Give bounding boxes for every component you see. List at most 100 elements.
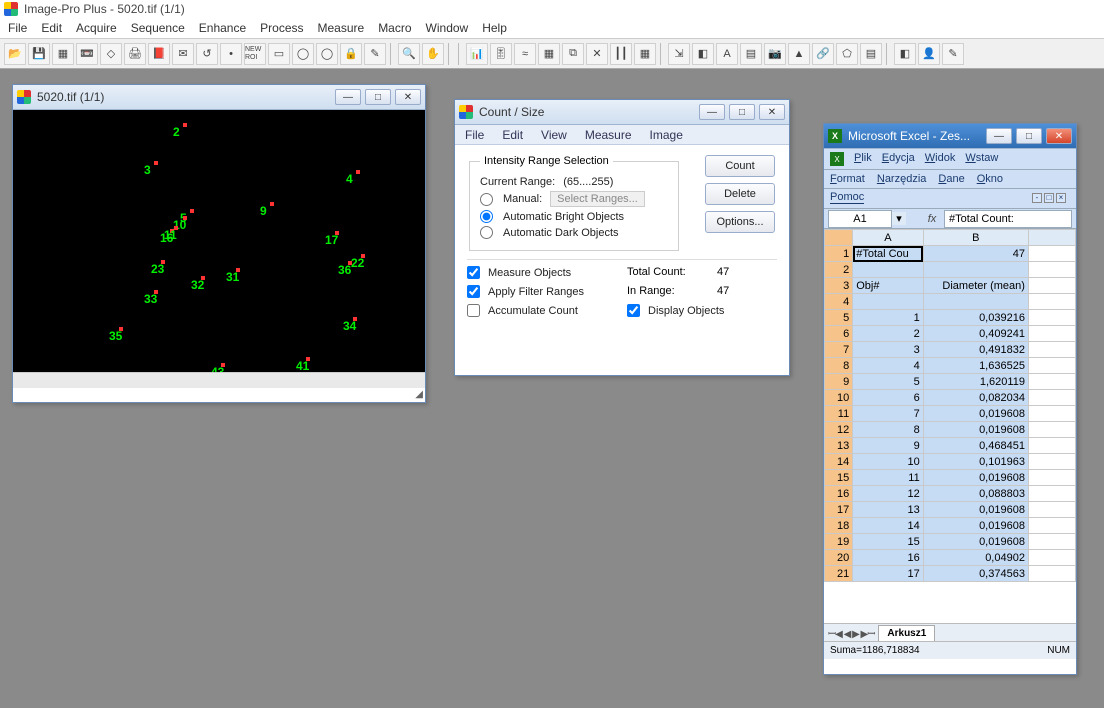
excel-menubar-2[interactable]: FormatNarzędziaDaneOkno [824, 170, 1076, 189]
toolbar-button-25[interactable]: ⧉ [562, 43, 584, 65]
cell[interactable]: 3 [853, 342, 924, 358]
name-box-dropdown-icon[interactable]: ▾ [892, 212, 906, 225]
cell[interactable]: 47 [923, 246, 1028, 262]
row-header[interactable]: 21 [825, 566, 853, 582]
cell[interactable] [853, 294, 924, 310]
image-display[interactable]: 234951016111722233132333634354143 [13, 110, 425, 372]
excel-menu-dane[interactable]: Dane [938, 173, 964, 185]
toolbar-button-33[interactable]: ▤ [740, 43, 762, 65]
toolbar-button-11[interactable]: ▭ [268, 43, 290, 65]
row-header[interactable]: 16 [825, 486, 853, 502]
cell[interactable] [1028, 566, 1075, 582]
manual-radio[interactable] [480, 193, 493, 206]
toolbar-button-13[interactable]: ◯ [316, 43, 338, 65]
options-button[interactable]: Options... [705, 211, 775, 233]
toolbar-button-36[interactable]: 🔗 [812, 43, 834, 65]
toolbar-button-31[interactable]: ◧ [692, 43, 714, 65]
row-header[interactable]: 7 [825, 342, 853, 358]
excel-menu-narzędzia[interactable]: Narzędzia [877, 173, 927, 185]
cell[interactable]: 0,019608 [923, 422, 1028, 438]
row-header[interactable]: 1 [825, 246, 853, 262]
cell[interactable]: 11 [853, 470, 924, 486]
toolbar-button-1[interactable]: 💾 [28, 43, 50, 65]
cell[interactable] [1028, 550, 1075, 566]
cell[interactable] [1028, 486, 1075, 502]
toolbar-button-14[interactable]: 🔒 [340, 43, 362, 65]
excel-menu-edycja[interactable]: Edycja [882, 152, 915, 166]
cell[interactable] [1028, 326, 1075, 342]
count-menu-file[interactable]: File [465, 128, 484, 142]
cell[interactable]: 0,491832 [923, 342, 1028, 358]
row-header[interactable]: 18 [825, 518, 853, 534]
col-header-A[interactable]: A [853, 230, 924, 246]
count-button[interactable]: Count [705, 155, 775, 177]
cell[interactable] [1028, 470, 1075, 486]
toolbar-button-42[interactable]: ✎ [942, 43, 964, 65]
row-header[interactable]: 11 [825, 406, 853, 422]
cell[interactable]: 0,019608 [923, 502, 1028, 518]
toolbar-button-9[interactable]: • [220, 43, 242, 65]
toolbar-button-24[interactable]: ▦ [538, 43, 560, 65]
main-menubar[interactable]: FileEditAcquireSequenceEnhanceProcessMea… [0, 17, 1104, 39]
doc-restore-button[interactable]: □ [1044, 193, 1054, 203]
excel-help-menu[interactable]: Pomoc [830, 191, 864, 204]
minimize-button[interactable]: — [699, 104, 725, 120]
toolbar-button-28[interactable]: ▦ [634, 43, 656, 65]
toolbar-button-8[interactable]: ↺ [196, 43, 218, 65]
close-button[interactable]: ✕ [759, 104, 785, 120]
cell[interactable]: 13 [853, 502, 924, 518]
cell[interactable]: 0,374563 [923, 566, 1028, 582]
toolbar-button-2[interactable]: ▦ [52, 43, 74, 65]
cell[interactable]: 4 [853, 358, 924, 374]
cell[interactable]: 0,019608 [923, 518, 1028, 534]
menu-help[interactable]: Help [482, 21, 507, 35]
row-header[interactable]: 17 [825, 502, 853, 518]
cell[interactable]: 0,409241 [923, 326, 1028, 342]
toolbar-button-30[interactable]: ⇲ [668, 43, 690, 65]
toolbar-button-26[interactable]: ✕ [586, 43, 608, 65]
name-box[interactable]: A1 [828, 210, 892, 228]
toolbar-button-34[interactable]: 📷 [764, 43, 786, 65]
row-header[interactable]: 5 [825, 310, 853, 326]
cell[interactable]: 0,082034 [923, 390, 1028, 406]
cell[interactable]: 6 [853, 390, 924, 406]
toolbar-button-5[interactable]: 🖨 [124, 43, 146, 65]
row-header[interactable]: 10 [825, 390, 853, 406]
excel-menubar-1[interactable]: XPlikEdycjaWidokWstaw [824, 149, 1076, 170]
close-button[interactable]: ✕ [395, 89, 421, 105]
cell[interactable]: Obj# [853, 278, 924, 294]
row-header[interactable]: 3 [825, 278, 853, 294]
count-menu-measure[interactable]: Measure [585, 128, 632, 142]
cell[interactable] [1028, 278, 1075, 294]
cell[interactable] [1028, 502, 1075, 518]
cell[interactable]: 17 [853, 566, 924, 582]
toolbar-button-17[interactable]: 🔍 [398, 43, 420, 65]
toolbar-button-22[interactable]: 🎚 [490, 43, 512, 65]
cell[interactable] [1028, 518, 1075, 534]
toolbar-button-32[interactable]: A [716, 43, 738, 65]
toolbar-button-23[interactable]: ≈ [514, 43, 536, 65]
cell[interactable]: 10 [853, 454, 924, 470]
toolbar-button-41[interactable]: 👤 [918, 43, 940, 65]
count-menu-view[interactable]: View [541, 128, 567, 142]
menu-edit[interactable]: Edit [41, 21, 62, 35]
sheet-tab[interactable]: Arkusz1 [878, 625, 935, 641]
formula-input[interactable]: #Total Count: [944, 210, 1072, 228]
cell[interactable]: 0,468451 [923, 438, 1028, 454]
close-button[interactable]: ✕ [1046, 128, 1072, 144]
minimize-button[interactable]: — [335, 89, 361, 105]
menu-process[interactable]: Process [260, 21, 303, 35]
apply-filter-checkbox[interactable] [467, 285, 480, 298]
count-menu-image[interactable]: Image [650, 128, 683, 142]
menu-enhance[interactable]: Enhance [199, 21, 246, 35]
excel-menubar-3[interactable]: Pomoc - □ × [824, 189, 1076, 209]
sheet-tabstrip[interactable]: ꟷ◀ ◀ ▶ ▶ꟷ Arkusz1 [824, 623, 1076, 641]
doc-close-button[interactable]: × [1056, 193, 1066, 203]
toolbar-button-0[interactable]: 📂 [4, 43, 26, 65]
cell[interactable]: #Total Cou [853, 246, 924, 262]
cell[interactable] [1028, 358, 1075, 374]
toolbar-button-27[interactable]: ┃┃ [610, 43, 632, 65]
excel-menu-widok[interactable]: Widok [925, 152, 956, 166]
toolbar-button-35[interactable]: ▲ [788, 43, 810, 65]
cell[interactable] [1028, 262, 1075, 278]
